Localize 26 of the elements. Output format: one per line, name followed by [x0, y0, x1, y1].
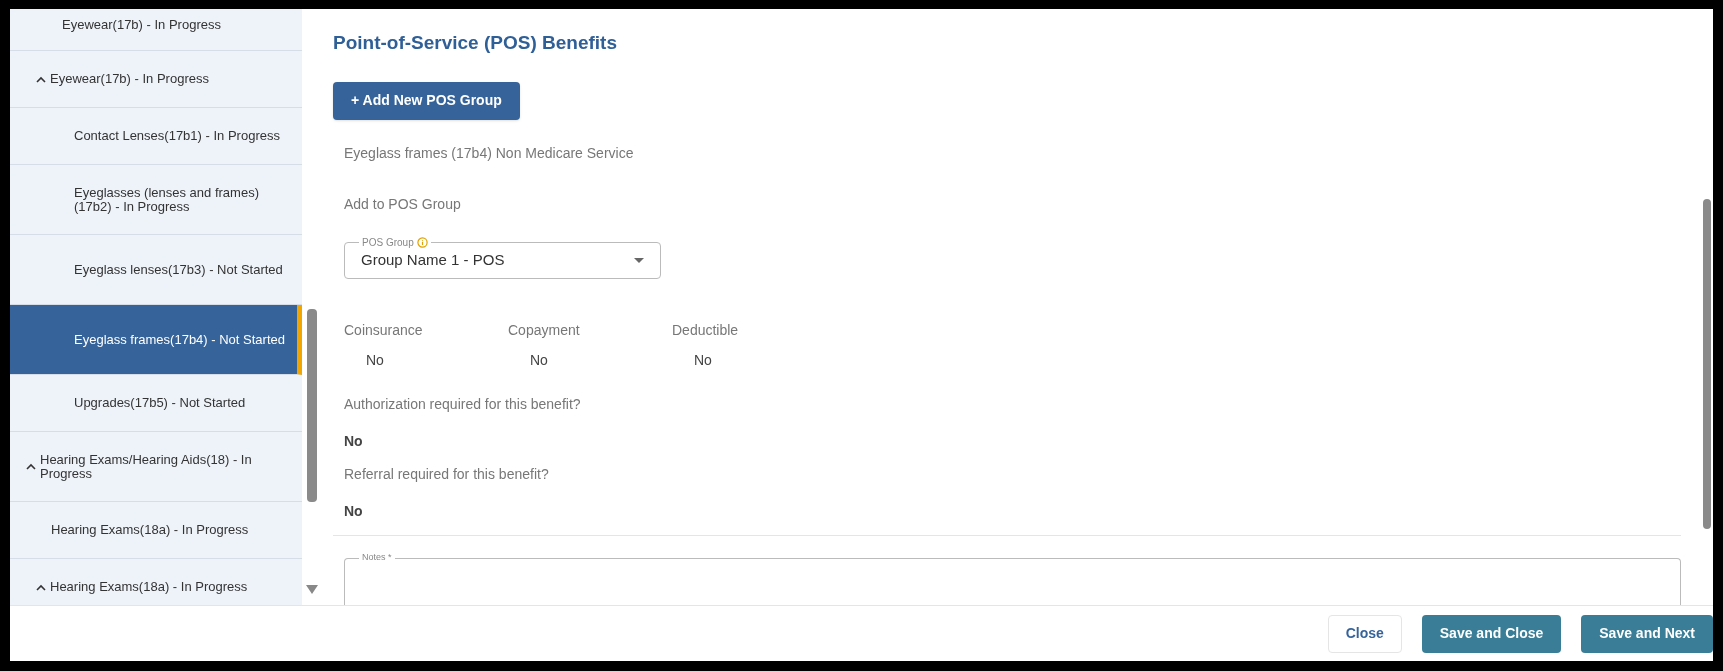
scroll-down-icon[interactable]: [306, 585, 318, 594]
scrollbar-thumb[interactable]: [1703, 199, 1711, 529]
close-button[interactable]: Close: [1327, 614, 1402, 653]
chevron-up-icon[interactable]: [36, 583, 46, 591]
section-label: Add to POS Group: [344, 194, 462, 214]
scrollbar-thumb[interactable]: [307, 309, 317, 502]
chevron-up-icon[interactable]: [36, 75, 46, 83]
field-value: No: [366, 350, 384, 370]
field-label: Deductible: [672, 320, 739, 340]
save-button[interactable]: Save and Next: [1581, 614, 1713, 653]
answer-value: No: [344, 501, 363, 521]
dropdown-caret-icon[interactable]: [634, 257, 644, 263]
add-pos-group-button[interactable]: + Add New POS Group: [333, 81, 520, 120]
chevron-up-icon[interactable]: [26, 463, 36, 470]
field-label: Coinsurance: [344, 320, 423, 340]
question-label: Authorization required for this benefit?: [344, 394, 581, 414]
question-label: Referral required for this benefit?: [344, 464, 549, 484]
page-title: Point-of-Service (POS) Benefits: [333, 31, 618, 55]
save-button[interactable]: Save and Close: [1421, 614, 1562, 653]
sidebar-item[interactable]: Eyeglass frames(17b4) - Not Started: [10, 305, 302, 375]
field-label: Copayment: [508, 320, 580, 340]
field-value: No: [694, 350, 712, 370]
field-label: POS Group: [359, 234, 431, 250]
answer-value: No: [344, 431, 363, 451]
field-value: No: [530, 350, 548, 370]
service-name: Eyeglass frames (17b4) Non Medicare Service: [344, 143, 635, 163]
